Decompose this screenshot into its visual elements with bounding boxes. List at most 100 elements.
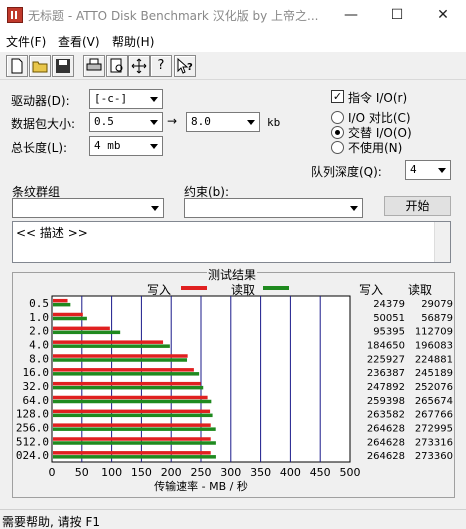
read-value: 273360 (415, 451, 453, 462)
move-icon[interactable] (128, 55, 150, 77)
print-icon[interactable] (83, 55, 105, 77)
help-icon[interactable]: ? (150, 55, 172, 77)
close-button[interactable]: ✕ (420, 0, 466, 30)
window-title: 无标题 - ATTO Disk Benchmark 汉化版 by 上帝之... (28, 9, 319, 23)
toolbar: ? ? (0, 52, 466, 80)
packet-size-from-select[interactable]: 0.5 (89, 112, 163, 132)
write-value: 264628 (367, 437, 405, 448)
read-value: 196083 (415, 340, 453, 351)
maximize-button[interactable]: ☐ (374, 0, 420, 30)
write-value: 247892 (367, 382, 405, 393)
write-bar (53, 395, 208, 400)
title-bar: 无标题 - ATTO Disk Benchmark 汉化版 by 上帝之... … (0, 0, 466, 30)
queue-depth-select[interactable]: 4 (405, 160, 451, 180)
status-text: 需要帮助, 请按 F1 (2, 515, 100, 529)
start-button[interactable]: 开始 (384, 196, 451, 216)
description-text: << 描述 >> (16, 226, 88, 240)
chevron-down-icon[interactable] (146, 137, 162, 155)
drive-value: [-c-] (94, 92, 128, 105)
y-tick-label: 512.0 (16, 435, 49, 448)
x-tick-label: 150 (131, 466, 152, 479)
menu-help[interactable]: 帮助(H) (112, 33, 154, 50)
read-bar (53, 358, 188, 362)
y-tick-label: 64.0 (23, 394, 50, 407)
menu-file[interactable]: 文件(F) (6, 33, 46, 50)
write-bar (53, 381, 201, 386)
app-icon (7, 7, 23, 23)
not-used-label: 不使用(N) (348, 141, 403, 155)
read-value: 273316 (415, 437, 453, 448)
write-value: 24379 (373, 299, 405, 310)
write-value: 263582 (367, 410, 405, 421)
menu-bar: 文件(F) 查看(V) 帮助(H) (0, 30, 466, 52)
queue-depth-value: 4 (410, 163, 417, 176)
write-value: 236387 (367, 368, 405, 379)
write-bar (53, 423, 211, 427)
io-compare-radio[interactable] (331, 111, 344, 124)
arrow-icon: → (167, 114, 178, 128)
open-folder-icon[interactable] (29, 55, 51, 77)
menu-view[interactable]: 查看(V) (58, 33, 100, 50)
read-value: 29079 (421, 299, 453, 310)
read-value: 252076 (415, 382, 453, 393)
y-tick-label: 4.0 (29, 338, 49, 351)
packet-size-to-select[interactable]: 8.0 (186, 112, 260, 132)
read-bar (53, 427, 216, 431)
y-tick-label: 1.0 (29, 311, 49, 324)
write-bar (53, 326, 110, 331)
packet-size-label: 数据包大小: (11, 117, 76, 131)
direct-io-checkbox[interactable]: ✓ (331, 90, 344, 103)
write-value: 264628 (367, 423, 405, 434)
context-help-icon[interactable]: ? (174, 55, 196, 77)
x-tick-label: 500 (340, 466, 361, 479)
x-tick-label: 50 (75, 466, 89, 479)
direct-io-label: 指令 I/O(r) (348, 91, 408, 105)
write-value: 184650 (367, 340, 405, 351)
y-tick-label: 256.0 (16, 421, 49, 434)
write-bar (53, 409, 211, 414)
print-preview-icon[interactable] (106, 55, 128, 77)
total-length-value: 4 mb (94, 139, 121, 152)
chevron-down-icon[interactable] (146, 90, 162, 108)
stripe-group-select[interactable] (12, 198, 164, 218)
y-tick-label: 2.0 (29, 325, 49, 338)
chevron-down-icon[interactable] (243, 113, 259, 131)
x-axis-label: 传输速率 - MB / 秒 (154, 479, 248, 493)
new-file-icon[interactable] (6, 55, 28, 77)
chevron-down-icon[interactable] (146, 113, 162, 131)
drive-select[interactable]: [-c-] (89, 89, 163, 109)
read-bar (53, 455, 216, 459)
description-textbox[interactable]: << 描述 >> (12, 221, 451, 263)
packet-size-to-value: 8.0 (191, 115, 211, 128)
y-tick-label: 0.5 (29, 297, 49, 310)
x-tick-label: 250 (191, 466, 212, 479)
chevron-down-icon[interactable] (147, 199, 163, 217)
x-tick-label: 200 (161, 466, 182, 479)
status-bar: 需要帮助, 请按 F1 (0, 509, 466, 529)
read-value: 112709 (415, 327, 453, 338)
description-scrollbar[interactable] (434, 222, 450, 262)
overlap-io-radio[interactable] (331, 126, 344, 139)
write-value: 225927 (367, 354, 405, 365)
read-value: 56879 (421, 313, 453, 324)
save-icon[interactable] (52, 55, 74, 77)
write-bar (53, 451, 211, 455)
chart-layer: 0 50 100 150 200 250 300 350 400 450 500 传输速率 - MB … (16, 295, 453, 493)
read-value: 224881 (415, 354, 453, 365)
total-length-select[interactable]: 4 mb (89, 136, 163, 156)
minimize-button[interactable]: — (328, 0, 374, 30)
write-bar (53, 368, 194, 372)
constraint-select[interactable] (184, 198, 363, 218)
read-bar (53, 344, 170, 348)
not-used-radio[interactable] (331, 141, 344, 154)
write-bar (53, 354, 188, 358)
write-bar (53, 298, 68, 303)
benchmark-chart: 0 50 100 150 200 250 300 350 400 450 500 传输速率 - MB … (16, 295, 453, 493)
total-length-label: 总长度(L): (11, 141, 68, 155)
packet-size-unit: kb (267, 116, 281, 129)
chevron-down-icon[interactable] (346, 199, 362, 217)
queue-depth-label: 队列深度(Q): (311, 165, 382, 179)
x-tick-label: 350 (250, 466, 271, 479)
y-tick-label: 32.0 (23, 380, 50, 393)
chevron-down-icon[interactable] (434, 161, 450, 179)
